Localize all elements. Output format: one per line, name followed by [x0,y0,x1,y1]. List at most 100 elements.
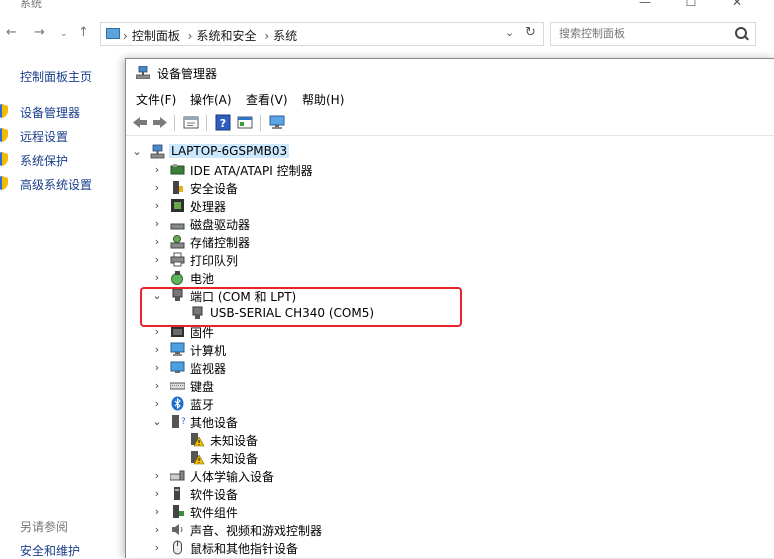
tree-item-processors[interactable]: › 处理器 [126,197,774,215]
tree-item-unknown-device-2[interactable]: 未知设备 [126,449,774,467]
storage-controller-icon [170,235,185,249]
shield-icon [0,176,8,190]
tree-item-security-devices[interactable]: › 安全设备 [126,179,774,197]
tree-item-computer[interactable]: › 计算机 [126,341,774,359]
menu-view[interactable]: 查看(V) [246,91,288,108]
annotation-highlight-box [140,287,462,327]
disk-drive-icon [170,223,185,230]
properties-icon[interactable] [182,114,200,131]
tree-item-disk-drives[interactable]: › 磁盘驱动器 [126,215,774,233]
tree-item-software-devices[interactable]: › 软件设备 [126,485,774,503]
tree-item-label: 软件设备 [190,488,239,502]
expand-arrow-icon[interactable]: › [151,217,163,230]
expand-arrow-icon[interactable]: › [151,343,163,356]
maximize-icon[interactable]: ☐ [668,0,714,10]
menu-bar: 文件(F) 操作(A) 查看(V) 帮助(H) [126,89,774,109]
left-link-remote-settings[interactable]: 远程设置 [0,126,125,146]
tree-item-monitors[interactable]: › 监视器 [126,359,774,377]
computer-name: LAPTOP-6GSPMB03 [169,144,290,158]
left-link-label: 高级系统设置 [20,178,93,192]
expand-arrow-icon[interactable]: › [151,253,163,266]
search-icon[interactable] [735,27,747,39]
expand-arrow-icon[interactable]: › [151,505,163,518]
device-tree: ⌄ LAPTOP-6GSPMB03 › IDE ATA/ATAPI 控制器 › … [126,139,774,558]
tree-item-unknown-device-1[interactable]: 未知设备 [126,431,774,449]
expand-arrow-icon[interactable]: › [151,523,163,536]
back-icon[interactable] [131,114,149,131]
menu-help[interactable]: 帮助(H) [302,91,344,108]
toolbar-separator [206,115,207,131]
expand-arrow-icon[interactable]: › [151,397,163,410]
expand-arrow-icon[interactable]: › [151,271,163,284]
help-icon[interactable]: ? [214,114,232,131]
tree-root-row[interactable]: ⌄ LAPTOP-6GSPMB03 [126,143,774,161]
breadcrumb-control-panel[interactable]: 控制面板 [132,29,180,43]
close-icon[interactable]: ✕ [714,0,760,10]
device-manager-icon [136,66,150,79]
tree-item-software-components[interactable]: › 软件组件 [126,503,774,521]
expand-arrow-icon[interactable]: › [151,541,163,554]
collapse-arrow-icon[interactable]: ⌄ [151,415,163,428]
menu-file[interactable]: 文件(F) [136,91,176,108]
computer-icon [170,342,185,356]
refresh-icon[interactable]: ↻ [525,25,536,40]
scan-hardware-icon[interactable] [268,114,286,131]
tree-item-print-queues[interactable]: › 打印队列 [126,251,774,269]
left-link-label: 系统保护 [20,154,69,168]
tree-item-label: 其他设备 [190,416,239,430]
left-link-system-protection[interactable]: 系统保护 [0,150,125,170]
tree-item-mice[interactable]: › 鼠标和其他指针设备 [126,539,774,557]
device-manager-title: 设备管理器 [157,67,218,81]
unknown-device-warning-icon [191,451,205,465]
expand-arrow-icon[interactable]: › [151,199,163,212]
tree-item-ide-controller[interactable]: › IDE ATA/ATAPI 控制器 [126,161,774,179]
expand-arrow-icon[interactable]: › [151,379,163,392]
collapse-arrow-icon[interactable]: ⌄ [131,145,143,158]
expand-arrow-icon[interactable]: › [151,181,163,194]
recent-dropdown-icon[interactable]: ⌄ [60,29,68,39]
security-maintenance-link[interactable]: 安全和维护 [20,542,80,559]
tree-item-keyboards[interactable]: › 键盘 [126,377,774,395]
up-arrow-icon[interactable]: ↑ [78,25,89,40]
unknown-device-warning-icon [191,433,205,447]
tree-item-other-devices[interactable]: ⌄ ? 其他设备 [126,413,774,431]
shield-icon [0,128,8,142]
address-dropdown-icon[interactable]: ⌄ [505,26,514,39]
control-panel-home-link[interactable]: 控制面板主页 [20,68,92,85]
address-bar[interactable]: › 控制面板 › 系统和安全 › 系统 ⌄ ↻ [100,22,544,46]
tree-item-label: 软件组件 [190,506,239,520]
tree-item-label: 安全设备 [190,182,239,196]
expand-arrow-icon[interactable]: › [151,235,163,248]
breadcrumb-system[interactable]: 系统 [273,29,297,43]
tree-item-sound[interactable]: › 声音、视频和游戏控制器 [126,521,774,539]
search-box[interactable] [550,22,756,46]
forward-arrow-icon[interactable]: → [34,25,45,40]
tree-item-label: 监视器 [190,362,227,376]
forward-icon[interactable] [151,114,169,131]
tree-item-label: 未知设备 [210,434,259,448]
minimize-icon[interactable]: — [622,0,668,10]
left-link-device-manager[interactable]: 设备管理器 [0,102,125,122]
tree-item-hid[interactable]: › 人体学输入设备 [126,467,774,485]
search-input[interactable] [557,26,731,41]
shield-icon [0,104,8,118]
update-driver-icon[interactable] [236,114,254,131]
other-devices-icon: ? [172,415,185,428]
expand-arrow-icon[interactable]: › [151,163,163,176]
left-link-advanced-settings[interactable]: 高级系统设置 [0,174,125,194]
back-arrow-icon[interactable]: ← [6,25,17,40]
tree-item-label: 磁盘驱动器 [190,218,251,232]
battery-icon [171,271,183,285]
menu-action[interactable]: 操作(A) [190,91,232,108]
tree-item-label: 计算机 [190,344,227,358]
expand-arrow-icon[interactable]: › [151,487,163,500]
breadcrumb-system-security[interactable]: 系统和安全 [196,29,256,43]
ide-controller-icon [170,164,185,175]
expand-arrow-icon[interactable]: › [151,469,163,482]
tree-item-label: IDE ATA/ATAPI 控制器 [190,164,313,178]
system-window-title: 系统 [20,0,42,10]
tree-item-storage-controllers[interactable]: › 存储控制器 [126,233,774,251]
tree-item-bluetooth[interactable]: › 蓝牙 [126,395,774,413]
tree-item-batteries[interactable]: › 电池 [126,269,774,287]
expand-arrow-icon[interactable]: › [151,361,163,374]
